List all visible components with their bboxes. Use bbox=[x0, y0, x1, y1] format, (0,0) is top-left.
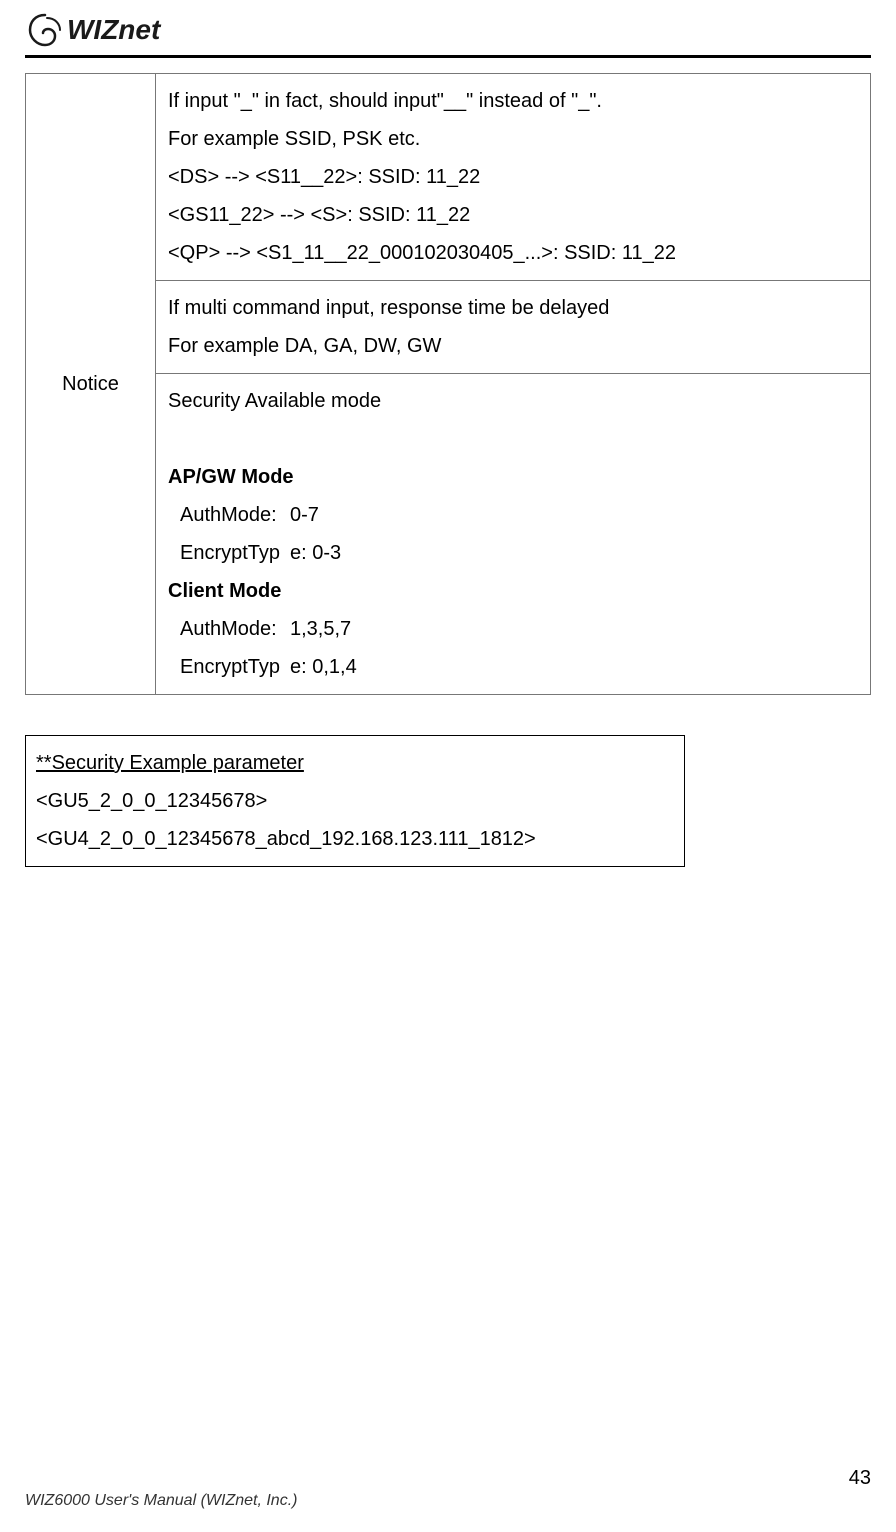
notice-cell-3: Security Available mode AP/GW Mode AuthM… bbox=[156, 374, 871, 695]
c3-mode2-enc: EncryptTyp e: 0,1,4 bbox=[168, 648, 858, 686]
footer-left: WIZ6000 User's Manual (WIZnet, Inc.) bbox=[25, 1492, 297, 1510]
page-footer: WIZ6000 User's Manual (WIZnet, Inc.) 43 bbox=[25, 1492, 871, 1510]
c3-mode1-enc-label: EncryptTyp bbox=[180, 534, 290, 572]
c3-title: Security Available mode bbox=[168, 382, 858, 420]
logo: WIZnet bbox=[25, 10, 160, 50]
c3-mode1-enc: EncryptTyp e: 0-3 bbox=[168, 534, 858, 572]
c3-mode2-auth-value: 1,3,5,7 bbox=[290, 610, 351, 648]
example-l2: <GU4_2_0_0_12345678_abcd_192.168.123.111… bbox=[36, 820, 674, 858]
c2-l2: For example DA, GA, DW, GW bbox=[168, 327, 858, 365]
c3-mode1-auth-value: 0-7 bbox=[290, 496, 319, 534]
footer-manual: WIZ6000 User's Manual bbox=[25, 1492, 201, 1509]
c3-mode1-enc-value: e: 0-3 bbox=[290, 534, 341, 572]
notice-label-cell: Notice bbox=[26, 74, 156, 695]
c1-l1: If input "_" in fact, should input"__" i… bbox=[168, 82, 858, 120]
c1-l4: <GS11_22> --> <S>: SSID: 11_22 bbox=[168, 196, 858, 234]
c3-mode2: Client Mode bbox=[168, 572, 858, 610]
c3-mode2-auth-label: AuthMode: bbox=[180, 610, 290, 648]
footer-company: (WIZnet, Inc.) bbox=[201, 1492, 298, 1509]
c3-mode1-auth: AuthMode: 0-7 bbox=[168, 496, 858, 534]
c1-l3: <DS> --> <S11__22>: SSID: 11_22 bbox=[168, 158, 858, 196]
example-title: **Security Example parameter bbox=[36, 744, 674, 782]
logo-swirl-icon bbox=[25, 10, 65, 50]
c1-l2: For example SSID, PSK etc. bbox=[168, 120, 858, 158]
c3-mode1: AP/GW Mode bbox=[168, 458, 858, 496]
page-number: 43 bbox=[849, 1467, 871, 1490]
c2-l1: If multi command input, response time be… bbox=[168, 289, 858, 327]
notice-cell-1: If input "_" in fact, should input"__" i… bbox=[156, 74, 871, 281]
c3-mode1-auth-label: AuthMode: bbox=[180, 496, 290, 534]
example-l1: <GU5_2_0_0_12345678> bbox=[36, 782, 674, 820]
c1-l5: <QP> --> <S1_11__22_000102030405_...>: S… bbox=[168, 234, 858, 272]
notice-table: Notice If input "_" in fact, should inpu… bbox=[25, 73, 871, 695]
notice-label: Notice bbox=[62, 373, 119, 395]
c3-mode2-enc-label: EncryptTyp bbox=[180, 648, 290, 686]
logo-text: WIZnet bbox=[67, 14, 160, 46]
header-divider bbox=[25, 55, 871, 58]
c3-mode2-auth: AuthMode: 1,3,5,7 bbox=[168, 610, 858, 648]
notice-cell-2: If multi command input, response time be… bbox=[156, 281, 871, 374]
c3-mode2-enc-value: e: 0,1,4 bbox=[290, 648, 357, 686]
page-header: WIZnet bbox=[25, 10, 871, 50]
example-box: **Security Example parameter <GU5_2_0_0_… bbox=[25, 735, 685, 867]
